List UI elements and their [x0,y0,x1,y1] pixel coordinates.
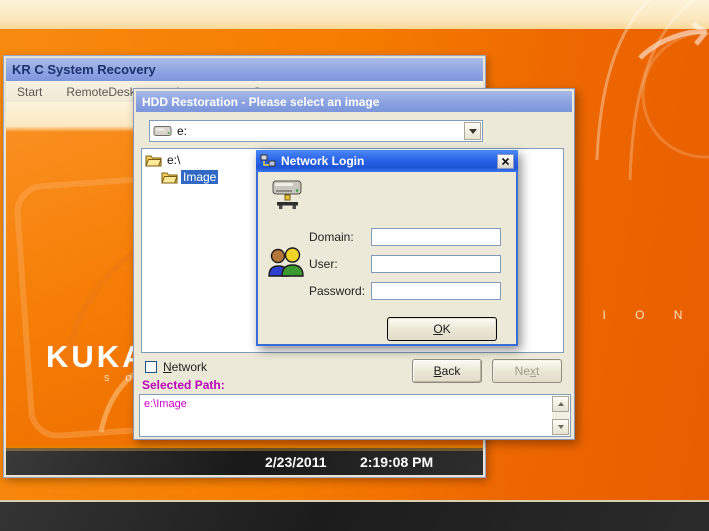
selected-path-label: Selected Path: [142,378,225,392]
drive-combobox-value: e: [177,124,187,138]
scroll-down-button[interactable] [552,419,569,435]
password-input[interactable] [371,282,501,300]
tree-item-label: e:\ [165,153,182,167]
tree-item-label: Image [181,170,218,184]
network-checkbox-label: Network [163,360,207,374]
network-login-icon [260,154,276,168]
next-button[interactable]: Next [492,359,562,383]
menu-start[interactable]: Start [17,85,42,99]
user-label: User: [309,257,371,271]
login-dialog-titlebar[interactable]: Network Login [256,150,518,172]
drive-icon [153,125,173,137]
back-button[interactable]: Back [412,359,482,383]
close-button[interactable] [497,154,514,169]
selected-path-textbox[interactable]: e:\Image [139,394,571,437]
hdd-dialog-titlebar[interactable]: HDD Restoration - Please select an image [136,91,572,112]
scroll-down-icon [558,425,564,429]
statusbar: 2/23/2011 2:19:08 PM [6,445,483,475]
drive-combobox[interactable]: e: [149,120,483,142]
close-icon [501,157,510,166]
scroll-up-icon [558,402,564,406]
scroll-up-button[interactable] [552,396,569,412]
domain-field-row: Domain: [309,228,501,246]
desktop: T I O N KR C System Recovery Start Remot… [0,0,709,531]
drive-combobox-dropdown-button[interactable] [464,122,481,140]
main-window-titlebar[interactable]: KR C System Recovery [6,58,483,81]
network-checkbox[interactable] [145,361,157,373]
users-icon [265,244,305,280]
statusbar-date: 2/23/2011 [265,454,327,470]
statusbar-time: 2:19:08 PM [360,454,433,470]
desktop-brand-fragment: T I O N [566,308,695,322]
folder-icon [161,170,178,184]
user-input[interactable] [371,255,501,273]
network-login-dialog: Network Login Domain: [256,150,518,346]
domain-label: Domain: [309,230,371,244]
network-drive-icon [270,178,306,212]
desktop-top-band [0,0,709,29]
folder-open-icon [145,153,162,167]
password-field-row: Password: [309,282,501,300]
ok-button[interactable]: OK [387,317,497,341]
hdd-dialog-title: HDD Restoration - Please select an image [142,95,379,109]
chevron-down-icon [469,129,477,134]
main-window-title: KR C System Recovery [12,62,156,77]
domain-input[interactable] [371,228,501,246]
desktop-bottom-bar [0,500,709,531]
user-field-row: User: [309,255,501,273]
selected-path-value: e:\Image [144,398,187,410]
login-dialog-title: Network Login [281,154,497,168]
network-checkbox-row: Network [145,360,207,374]
password-label: Password: [309,284,371,298]
selected-path-scrollbar[interactable] [552,396,569,435]
